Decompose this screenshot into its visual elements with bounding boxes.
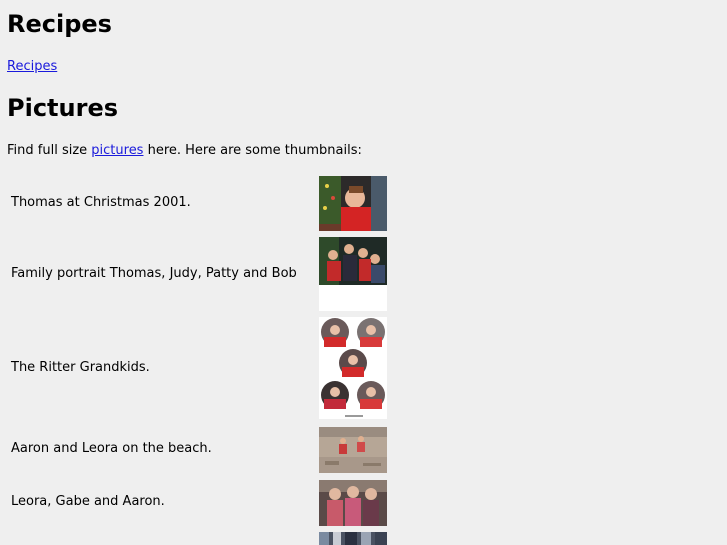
thumbnail-row: Family portrait Thomas, Judy, Patty and … [7,237,397,311]
recipes-link[interactable]: Recipes [7,59,57,74]
thumbnail-row: Leora, Gabe and Aaron. [7,480,397,526]
thumbnail-image[interactable] [319,480,387,526]
thumbnail-caption: Family portrait Thomas, Judy, Patty and … [11,266,297,281]
thumbnail-row [7,532,397,545]
thumbnail-caption: Leora, Gabe and Aaron. [11,494,165,509]
thumbnail-caption: Aaron and Leora on the beach. [11,441,212,456]
recipes-heading: Recipes [7,10,112,38]
recipes-link-container: Recipes [7,59,57,75]
thumbnail-caption: Thomas at Christmas 2001. [11,195,191,210]
thumbnail-row: The Ritter Grandkids. [7,317,397,419]
thumbnail-image[interactable] [319,532,387,545]
thumbnail-caption: The Ritter Grandkids. [11,360,150,375]
pictures-heading: Pictures [7,94,118,122]
thumbnail-image[interactable] [319,427,387,473]
intro-text-after: here. Here are some thumbnails: [143,143,362,158]
thumbnail-image[interactable] [319,237,387,311]
thumbnail-row: Aaron and Leora on the beach. [7,427,397,473]
thumbnail-image[interactable] [319,317,387,419]
thumbnail-row: Thomas at Christmas 2001. [7,176,397,231]
thumbnail-image[interactable] [319,176,387,231]
pictures-intro: Find full size pictures here. Here are s… [7,143,362,159]
intro-text-before: Find full size [7,143,92,158]
pictures-link[interactable]: pictures [91,143,143,158]
